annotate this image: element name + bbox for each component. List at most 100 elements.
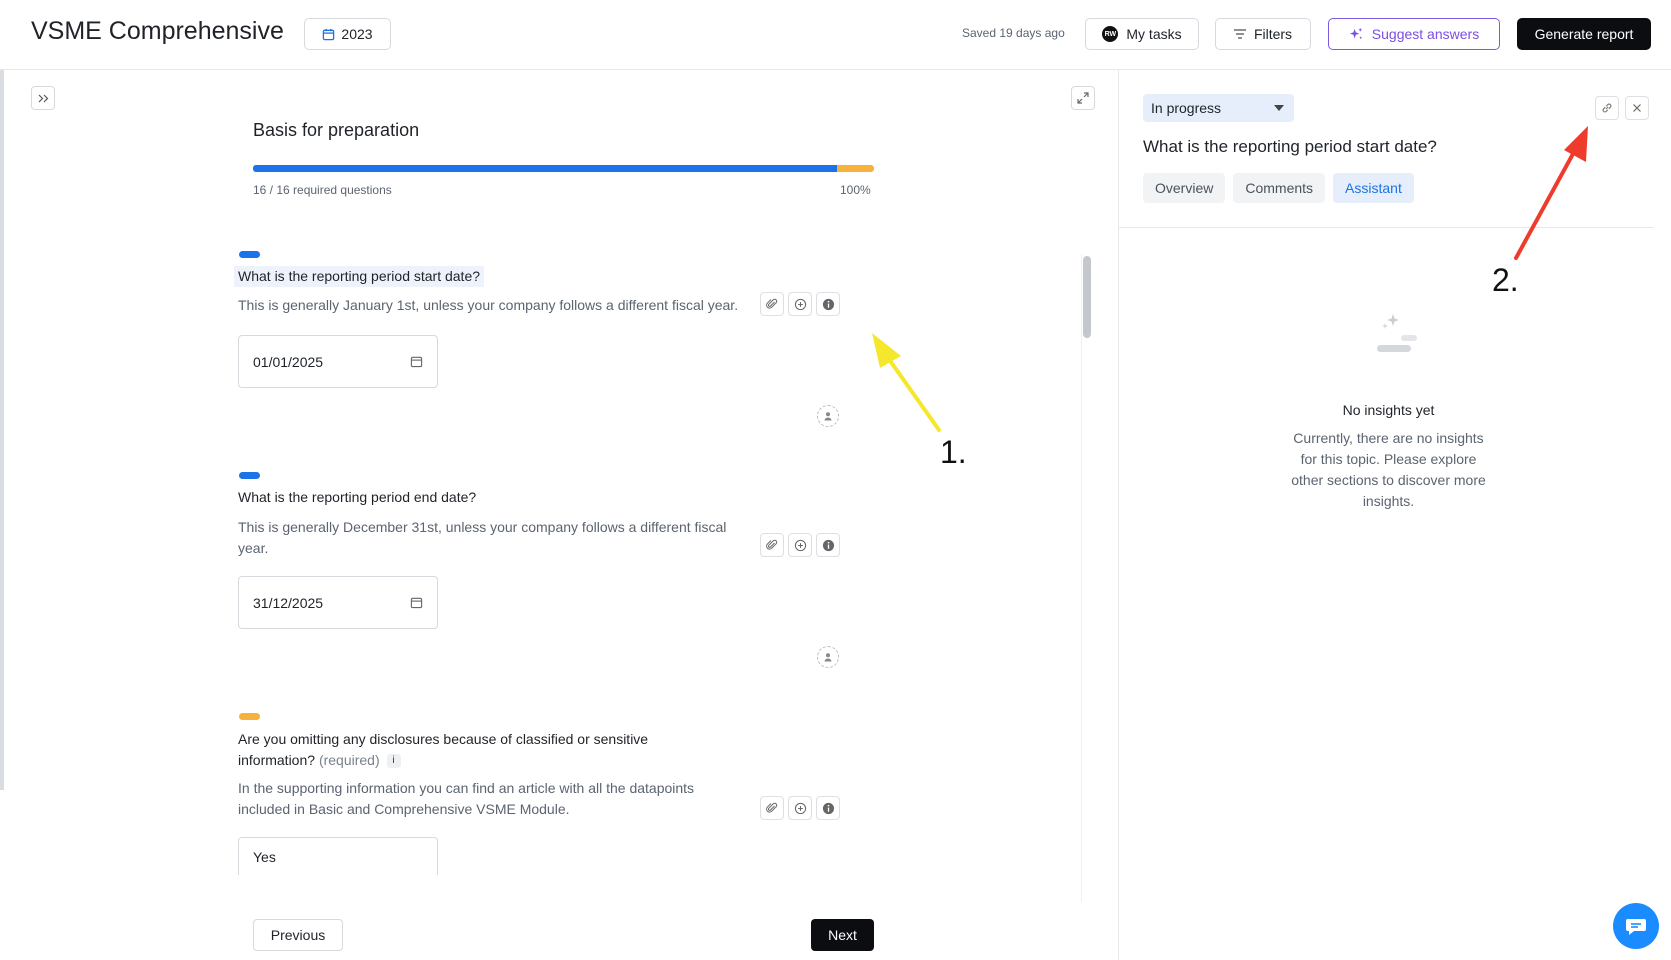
year-label: 2023 bbox=[341, 26, 373, 42]
attach-button[interactable] bbox=[760, 796, 784, 820]
omission-select[interactable]: Yes bbox=[238, 837, 438, 875]
close-icon bbox=[1633, 104, 1641, 112]
end-date-input[interactable]: 31/12/2025 bbox=[238, 576, 438, 629]
annotation-label-1: 1. bbox=[940, 434, 967, 470]
question-description: This is generally January 1st, unless yo… bbox=[238, 297, 739, 313]
suggest-answers-button[interactable]: Suggest answers bbox=[1328, 18, 1500, 50]
assign-user-button[interactable] bbox=[817, 646, 839, 668]
top-bar: VSME Comprehensive 2023 Saved 19 days ag… bbox=[0, 0, 1671, 70]
question-description: This is generally December 31st, unless … bbox=[238, 519, 727, 535]
annotation-arrow-1 bbox=[872, 333, 941, 432]
tab-comments[interactable]: Comments bbox=[1233, 173, 1326, 203]
required-label: (required) bbox=[318, 752, 380, 768]
section-title: Basis for preparation bbox=[253, 120, 420, 140]
progress-count: 16 / 16 required questions bbox=[253, 183, 392, 197]
question-actions bbox=[760, 533, 840, 557]
add-comment-button[interactable] bbox=[788, 292, 812, 316]
page-title: VSME Comprehensive bbox=[31, 17, 284, 45]
close-panel-button[interactable] bbox=[1625, 96, 1649, 120]
caret-down-icon bbox=[1274, 105, 1284, 111]
info-icon bbox=[822, 298, 834, 310]
expand-sidebar-button[interactable] bbox=[31, 86, 55, 110]
info-icon bbox=[822, 802, 834, 814]
question-title[interactable]: Are you omitting any disclosures because… bbox=[238, 729, 648, 750]
avatar: RW bbox=[1102, 26, 1119, 42]
assign-user-button[interactable] bbox=[817, 405, 839, 427]
chat-support-button[interactable] bbox=[1613, 903, 1659, 949]
attach-button[interactable] bbox=[760, 292, 784, 316]
filter-icon bbox=[1233, 29, 1246, 39]
add-comment-button[interactable] bbox=[788, 533, 812, 557]
user-icon bbox=[824, 653, 832, 662]
year-selector-button[interactable]: 2023 bbox=[304, 18, 391, 50]
comment-plus-icon bbox=[794, 802, 806, 814]
calendar-icon bbox=[323, 28, 335, 40]
generate-report-button[interactable]: Generate report bbox=[1517, 18, 1651, 50]
suggest-answers-label: Suggest answers bbox=[1371, 26, 1480, 42]
question-status-pill bbox=[239, 713, 260, 720]
panel-tabs: Overview Comments Assistant bbox=[1143, 173, 1414, 203]
link-icon bbox=[1602, 103, 1612, 113]
comment-plus-icon bbox=[794, 539, 806, 551]
question-status-pill bbox=[239, 472, 260, 479]
info-button[interactable] bbox=[816, 292, 840, 316]
tab-overview[interactable]: Overview bbox=[1143, 173, 1226, 203]
question-title-line2: information? bbox=[238, 752, 316, 768]
info-icon bbox=[822, 539, 834, 551]
question-actions bbox=[760, 292, 840, 316]
question-title[interactable]: What is the reporting period start date? bbox=[234, 266, 485, 287]
info-button[interactable] bbox=[816, 533, 840, 557]
tab-assistant[interactable]: Assistant bbox=[1333, 173, 1414, 203]
content-scrollbar-thumb[interactable] bbox=[1083, 256, 1091, 338]
info-chip[interactable]: i bbox=[386, 754, 401, 769]
start-date-value: 01/01/2025 bbox=[253, 353, 324, 370]
fullscreen-button[interactable] bbox=[1071, 86, 1095, 110]
end-date-value: 31/12/2025 bbox=[253, 594, 324, 611]
progress-fill-complete bbox=[253, 165, 837, 172]
sparkle-empty-icon bbox=[1377, 314, 1417, 352]
question-title[interactable]: What is the reporting period end date? bbox=[238, 487, 476, 508]
progress-bar bbox=[253, 165, 874, 172]
next-button[interactable]: Next bbox=[811, 919, 874, 951]
progress-percent: 100% bbox=[840, 183, 871, 197]
question-title-continued[interactable]: information? (required) i bbox=[238, 750, 401, 771]
question-description: In the supporting information you can fi… bbox=[238, 780, 695, 796]
annotation-label-2: 2. bbox=[1492, 262, 1519, 298]
question-status-pill bbox=[239, 251, 260, 258]
progress-fill-pending bbox=[837, 165, 874, 172]
sparkle-icon bbox=[1349, 27, 1362, 39]
panel-question-title: What is the reporting period start date? bbox=[1143, 137, 1437, 156]
chat-icon bbox=[1626, 919, 1646, 935]
comment-plus-icon bbox=[794, 298, 806, 310]
status-value: In progress bbox=[1151, 100, 1222, 116]
start-date-input[interactable]: 01/01/2025 bbox=[238, 335, 438, 388]
previous-button[interactable]: Previous bbox=[253, 919, 343, 951]
user-icon bbox=[824, 412, 832, 421]
my-tasks-label: My tasks bbox=[1126, 26, 1182, 42]
my-tasks-button[interactable]: RW My tasks bbox=[1085, 18, 1199, 50]
calendar-icon bbox=[410, 356, 423, 368]
expand-icon bbox=[1077, 92, 1089, 104]
copy-link-button[interactable] bbox=[1595, 96, 1619, 120]
question-description: included in Basic and Comprehensive VSME… bbox=[238, 801, 570, 817]
saved-status: Saved 19 days ago bbox=[962, 26, 1065, 40]
paperclip-icon bbox=[766, 298, 778, 309]
paperclip-icon bbox=[766, 539, 778, 550]
details-panel: In progress What is the reporting period… bbox=[1118, 70, 1671, 960]
question-description: year. bbox=[238, 540, 269, 556]
question-actions bbox=[760, 796, 840, 820]
content-scrollbar-track[interactable] bbox=[1081, 254, 1091, 902]
add-comment-button[interactable] bbox=[788, 796, 812, 820]
status-dropdown[interactable]: In progress bbox=[1143, 94, 1294, 122]
info-button[interactable] bbox=[816, 796, 840, 820]
filters-button[interactable]: Filters bbox=[1215, 18, 1311, 50]
omission-value: Yes bbox=[253, 848, 276, 865]
paperclip-icon bbox=[766, 802, 778, 813]
empty-state-text: Currently, there are no insights for thi… bbox=[1291, 430, 1486, 509]
calendar-icon bbox=[410, 597, 423, 609]
filters-label: Filters bbox=[1253, 26, 1293, 42]
chevrons-right-icon bbox=[38, 94, 48, 102]
empty-state-title: No insights yet bbox=[1342, 402, 1435, 418]
left-edge-scrollbar[interactable] bbox=[0, 70, 4, 790]
attach-button[interactable] bbox=[760, 533, 784, 557]
